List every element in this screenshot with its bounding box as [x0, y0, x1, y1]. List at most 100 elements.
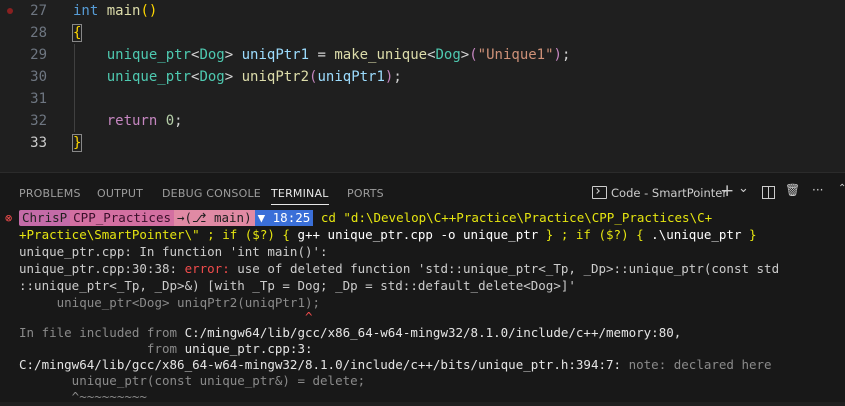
- code-token: uniqPtr2: [241, 69, 310, 85]
- line-number: 33: [30, 135, 47, 151]
- tab-debug-console[interactable]: DEBUG CONSOLE: [162, 187, 261, 200]
- line-number: 30: [30, 69, 47, 85]
- chevron-down-icon[interactable]: ⌄: [738, 181, 749, 196]
- code-token: >: [224, 69, 242, 85]
- add-terminal-icon[interactable]: +: [720, 181, 734, 201]
- code-text: unique_ptr<Dog> uniqPtr1 = make_unique<D…: [73, 44, 571, 66]
- note-source-line: unique_ptr(const unique_ptr&) = delete;: [19, 373, 366, 388]
- error-line-cont: ::unique_ptr<_Tp, _Dp>&) [with _Tp = Dog…: [19, 278, 576, 293]
- scroll-up-icon[interactable]: ⌃: [838, 183, 845, 194]
- code-token: }: [71, 134, 83, 152]
- tab-ports[interactable]: PORTS: [347, 187, 384, 200]
- code-token: ;: [174, 113, 183, 129]
- code-token: ;: [393, 69, 402, 85]
- from-prefix: from: [19, 341, 185, 356]
- command-end: }: [741, 227, 757, 242]
- code-token: {: [71, 24, 83, 42]
- code-token: uniqPtr1: [317, 69, 385, 85]
- line-number: 28: [30, 25, 47, 41]
- code-token: <: [427, 47, 436, 63]
- tab-terminal[interactable]: TERMINAL: [271, 187, 329, 205]
- code-token: main: [106, 3, 141, 19]
- command-run: .\unique_ptr: [651, 227, 742, 242]
- code-line[interactable]: 31: [0, 88, 845, 110]
- prompt-directory: CPP_Practices: [70, 210, 174, 226]
- code-token: unique_ptr: [106, 47, 192, 63]
- command-text: cd "d:\Develop\C++Practice\Practice\CPP_…: [320, 210, 713, 225]
- include-path: C:/mingw64/lib/gcc/x86_64-w64-mingw32/8.…: [184, 325, 682, 340]
- command-compile: g++ unique_ptr.cpp -o unique_ptr: [297, 227, 539, 242]
- code-token: make_unique: [334, 47, 428, 63]
- code-text: {: [71, 22, 83, 44]
- command-continuation: +Practice\SmartPointer\" ; if ($?) { g++…: [19, 227, 757, 244]
- note-caret: ^~~~~~~~~~: [19, 389, 147, 404]
- code-text: int main(): [73, 0, 157, 22]
- code-text: return 0;: [73, 110, 183, 132]
- terminal-icon: [592, 186, 607, 199]
- code-token: >: [460, 47, 470, 63]
- line-number: 31: [30, 91, 47, 107]
- error-message: use of deleted function 'std::unique_ptr…: [229, 261, 780, 276]
- from-file: unique_ptr.cpp:3:: [184, 341, 313, 356]
- command-cd-tail: +Practice\SmartPointer\" ; if ($?) {: [19, 227, 298, 242]
- code-line[interactable]: 28 {: [0, 22, 845, 44]
- line-number: 27: [30, 3, 47, 19]
- code-token: Dog: [199, 47, 225, 63]
- code-token: ;: [561, 47, 571, 63]
- code-token: unique_ptr: [106, 69, 192, 85]
- code-token: (): [140, 3, 158, 19]
- prompt-time: ▼ 18:25: [254, 210, 314, 226]
- error-line: unique_ptr.cpp:30:38: error: use of dele…: [19, 261, 779, 278]
- trash-icon[interactable]: 🗑: [785, 183, 800, 197]
- split-terminal-icon[interactable]: [762, 186, 775, 199]
- bottom-panel: PROBLEMS OUTPUT DEBUG CONSOLE TERMINAL P…: [0, 172, 845, 404]
- include-from-line: from unique_ptr.cpp:3:: [19, 341, 313, 358]
- code-line[interactable]: 32 return 0;: [0, 110, 845, 132]
- code-token: (: [469, 47, 478, 63]
- prompt-user: ChrisP: [19, 210, 71, 226]
- code-line[interactable]: 29 unique_ptr<Dog> uniqPtr1 = make_uniqu…: [0, 44, 845, 66]
- code-token: =: [309, 47, 335, 63]
- code-token: Dog: [199, 69, 225, 85]
- note-message: note: declared here: [621, 357, 772, 372]
- include-prefix: In file included from: [19, 325, 185, 340]
- code-token: Dog: [435, 47, 461, 63]
- more-actions-icon[interactable]: ···: [812, 183, 823, 197]
- line-number: 29: [30, 47, 47, 63]
- error-location: unique_ptr.cpp:30:38:: [19, 261, 185, 276]
- code-line[interactable]: 33}: [0, 132, 845, 154]
- note-location: C:/mingw64/lib/gcc/x86_64-w64-mingw32/8.…: [19, 357, 622, 372]
- tab-output[interactable]: OUTPUT: [97, 187, 143, 200]
- prompt-git-branch: →(⎇ main): [174, 210, 255, 226]
- error-caret: ^: [19, 309, 313, 324]
- line-number: 32: [30, 113, 47, 129]
- prompt-line: ChrisP CPP_Practices →(⎇ main) ▼ 18:25 cd "…: [19, 210, 712, 227]
- command-if: } ; if ($?) {: [538, 227, 652, 242]
- code-line[interactable]: 27 int main(): [0, 0, 845, 22]
- terminal-name[interactable]: Code - SmartPointer: [611, 186, 727, 200]
- tab-problems[interactable]: PROBLEMS: [19, 187, 81, 200]
- error-circle-icon: ⊗: [5, 211, 13, 225]
- breakpoint-hint-icon[interactable]: [7, 8, 13, 14]
- include-line: In file included from C:/mingw64/lib/gcc…: [19, 325, 681, 342]
- note-line: C:/mingw64/lib/gcc/x86_64-w64-mingw32/8.…: [19, 357, 772, 374]
- code-token: uniqPtr1: [241, 47, 310, 63]
- code-token: return: [106, 113, 158, 129]
- panel-tab-bar: PROBLEMS OUTPUT DEBUG CONSOLE TERMINAL P…: [0, 173, 845, 208]
- code-text: unique_ptr<Dog> uniqPtr2(uniqPtr1);: [73, 66, 402, 88]
- output-line: unique_ptr.cpp: In function 'int main()'…: [19, 244, 328, 259]
- error-label: error:: [184, 261, 230, 276]
- code-editor[interactable]: 27 int main() 28{29 unique_ptr<Dog> uniqPt…: [0, 0, 845, 172]
- code-token: 0: [165, 113, 175, 129]
- code-line[interactable]: 30 unique_ptr<Dog> uniqPtr2(uniqPtr1);: [0, 66, 845, 88]
- code-token: int: [73, 3, 99, 19]
- code-text: }: [71, 132, 83, 154]
- code-token: ): [553, 47, 562, 63]
- code-token: "Unique1": [477, 47, 554, 63]
- code-token: >: [224, 47, 242, 63]
